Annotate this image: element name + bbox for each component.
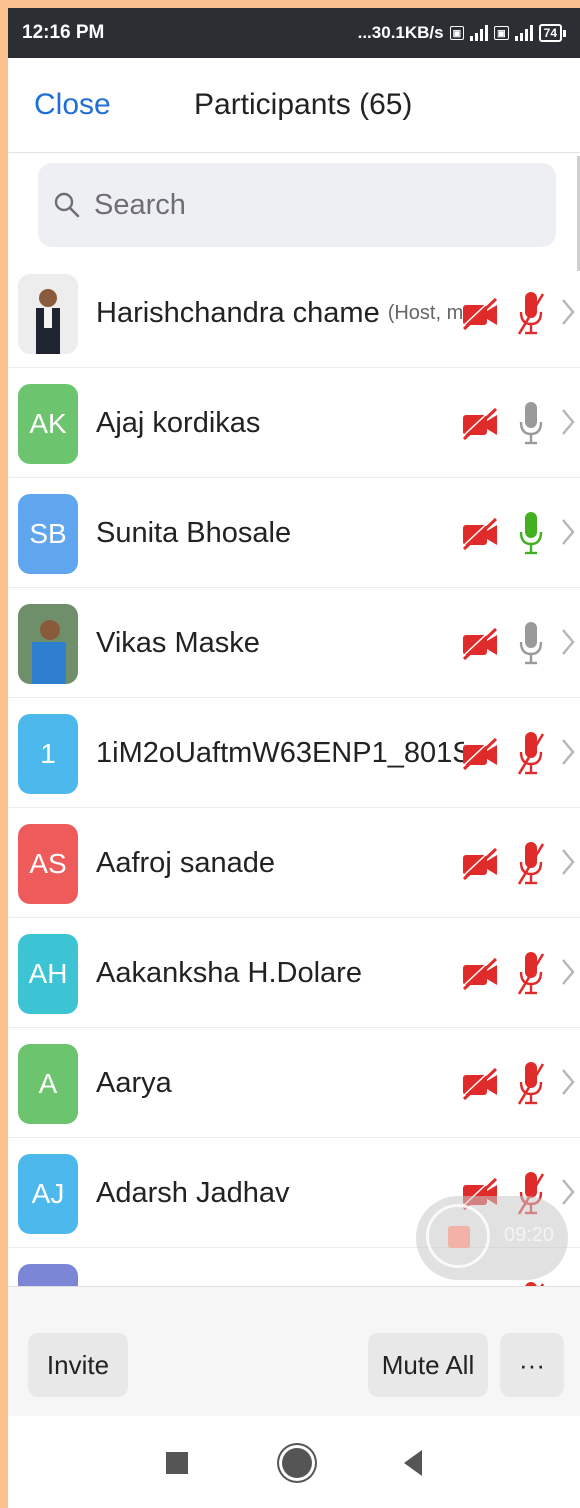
chevron-right-icon (562, 1069, 575, 1095)
mic-on-icon (519, 402, 543, 445)
chevron-right-icon (562, 409, 575, 435)
avatar: SB (18, 494, 78, 574)
participant-name: Aakanksha H.Dolare (96, 918, 464, 1028)
network-speed: ...30.1KB/s (357, 23, 444, 42)
avatar (18, 274, 78, 354)
home-icon[interactable] (282, 1448, 312, 1478)
status-indicators: ...30.1KB/s ▣ ▣ 74 (358, 23, 566, 43)
avatar: A (18, 1044, 78, 1124)
status-time: 12:16 PM (22, 22, 105, 43)
recents-icon[interactable] (166, 1452, 188, 1474)
host-tag: (Host, me) (387, 301, 464, 324)
participant-name-text: Aakanksha H.Dolare (96, 956, 362, 989)
avatar: AS (18, 824, 78, 904)
video-off-icon (461, 296, 498, 331)
participant-name-text: 1iM2oUaftmW63ENP1_801S... (96, 736, 464, 769)
chevron-right-icon (562, 519, 575, 545)
participant-row[interactable]: Vikas Maske (8, 588, 580, 698)
participant-list[interactable]: Harishchandra chame (Host, me) AK Ajaj kord… (8, 258, 580, 1286)
video-off-icon (461, 736, 498, 771)
avatar (18, 1264, 78, 1286)
participant-name: 1iM2oUaftmW63ENP1_801S... (96, 698, 464, 808)
back-icon[interactable] (404, 1450, 422, 1476)
participant-name-text: Vikas Maske (96, 626, 260, 659)
mic-muted-icon (517, 842, 545, 885)
mic-muted-icon (517, 732, 545, 775)
mic-on-icon (519, 622, 543, 665)
profile-photo (18, 604, 78, 684)
participant-name: Harishchandra chame (Host, me) (96, 258, 464, 368)
signal-icon (470, 25, 489, 41)
participant-name-text: Sunita Bhosale (96, 516, 292, 549)
profile-photo (18, 274, 78, 354)
participant-name-text: Aafroj sanade (96, 846, 275, 879)
status-bar: 12:16 PM ...30.1KB/s ▣ ▣ 74 (8, 8, 580, 58)
avatar: 1 (18, 714, 78, 794)
avatar: AJ (18, 1154, 78, 1234)
header: Close Participants (65) (8, 58, 580, 153)
volte-icon: ▣ (449, 26, 465, 40)
avatar: AK (18, 384, 78, 464)
mic-muted-icon (517, 1062, 545, 1105)
android-nav-bar (8, 1416, 580, 1508)
video-off-icon (461, 846, 498, 881)
participant-row[interactable]: AS Aafroj sanade (8, 808, 580, 918)
chevron-right-icon (562, 849, 575, 875)
participant-name-text: Adarsh Jadhav (96, 1176, 290, 1209)
participant-row[interactable]: SB Sunita Bhosale (8, 478, 580, 588)
signal-icon-2 (514, 25, 533, 41)
participant-name: Sunita Bhosale (96, 478, 464, 588)
video-off-icon (461, 626, 498, 661)
mute-all-button[interactable]: Mute All (368, 1333, 488, 1397)
participant-row[interactable]: AK Ajaj kordikas (8, 368, 580, 478)
page-title: Participants (65) (194, 88, 413, 121)
floating-recording-widget[interactable]: 09:20 (416, 1196, 568, 1280)
participant-name-text: Ajaj kordikas (96, 406, 261, 439)
avatar: AH (18, 934, 78, 1014)
video-off-icon (461, 516, 498, 551)
participant-name: Ajaj kordikas (96, 368, 464, 478)
mic-muted-icon (517, 952, 545, 995)
battery-icon: 74 (538, 24, 566, 42)
mic-muted-icon (517, 292, 545, 335)
chevron-right-icon (562, 959, 575, 985)
mic-active-icon (519, 512, 543, 555)
participant-name: Aarya (96, 1028, 464, 1138)
participant-name: Vikas Maske (96, 588, 464, 698)
avatar (18, 604, 78, 684)
participant-name-text: Aarya (96, 1066, 172, 1099)
invite-button[interactable]: Invite (28, 1333, 128, 1397)
participant-row[interactable]: A Aarya (8, 1028, 580, 1138)
more-options-button[interactable]: ··· (500, 1333, 564, 1397)
stop-record-icon[interactable] (448, 1226, 470, 1248)
search-icon (54, 192, 80, 218)
participant-name-text: Harishchandra chame (96, 296, 380, 329)
search-placeholder: Search (94, 188, 186, 221)
participant-row[interactable]: AH Aakanksha H.Dolare (8, 918, 580, 1028)
participant-row[interactable]: 1 1iM2oUaftmW63ENP1_801S... (8, 698, 580, 808)
chevron-right-icon (562, 629, 575, 655)
chevron-right-icon (562, 1179, 575, 1205)
video-off-icon (461, 406, 498, 441)
video-off-icon (461, 956, 498, 991)
participant-name: Aafroj sanade (96, 808, 464, 918)
phone-screen: 12:16 PM ...30.1KB/s ▣ ▣ 74 Close Partic… (8, 8, 580, 1508)
footer-toolbar: Invite Mute All ··· (8, 1286, 580, 1417)
battery-level: 74 (538, 24, 562, 42)
video-off-icon (461, 1066, 498, 1101)
participant-row[interactable]: Harishchandra chame (Host, me) (8, 258, 580, 368)
search-input[interactable]: Search (38, 163, 556, 247)
recording-time: 09:20 (504, 1224, 555, 1246)
volte-icon-2: ▣ (494, 26, 509, 40)
participant-name (96, 1248, 464, 1286)
participant-name: Adarsh Jadhav (96, 1138, 464, 1248)
close-button[interactable]: Close (34, 88, 111, 122)
chevron-right-icon (562, 739, 575, 765)
chevron-right-icon (562, 299, 575, 325)
